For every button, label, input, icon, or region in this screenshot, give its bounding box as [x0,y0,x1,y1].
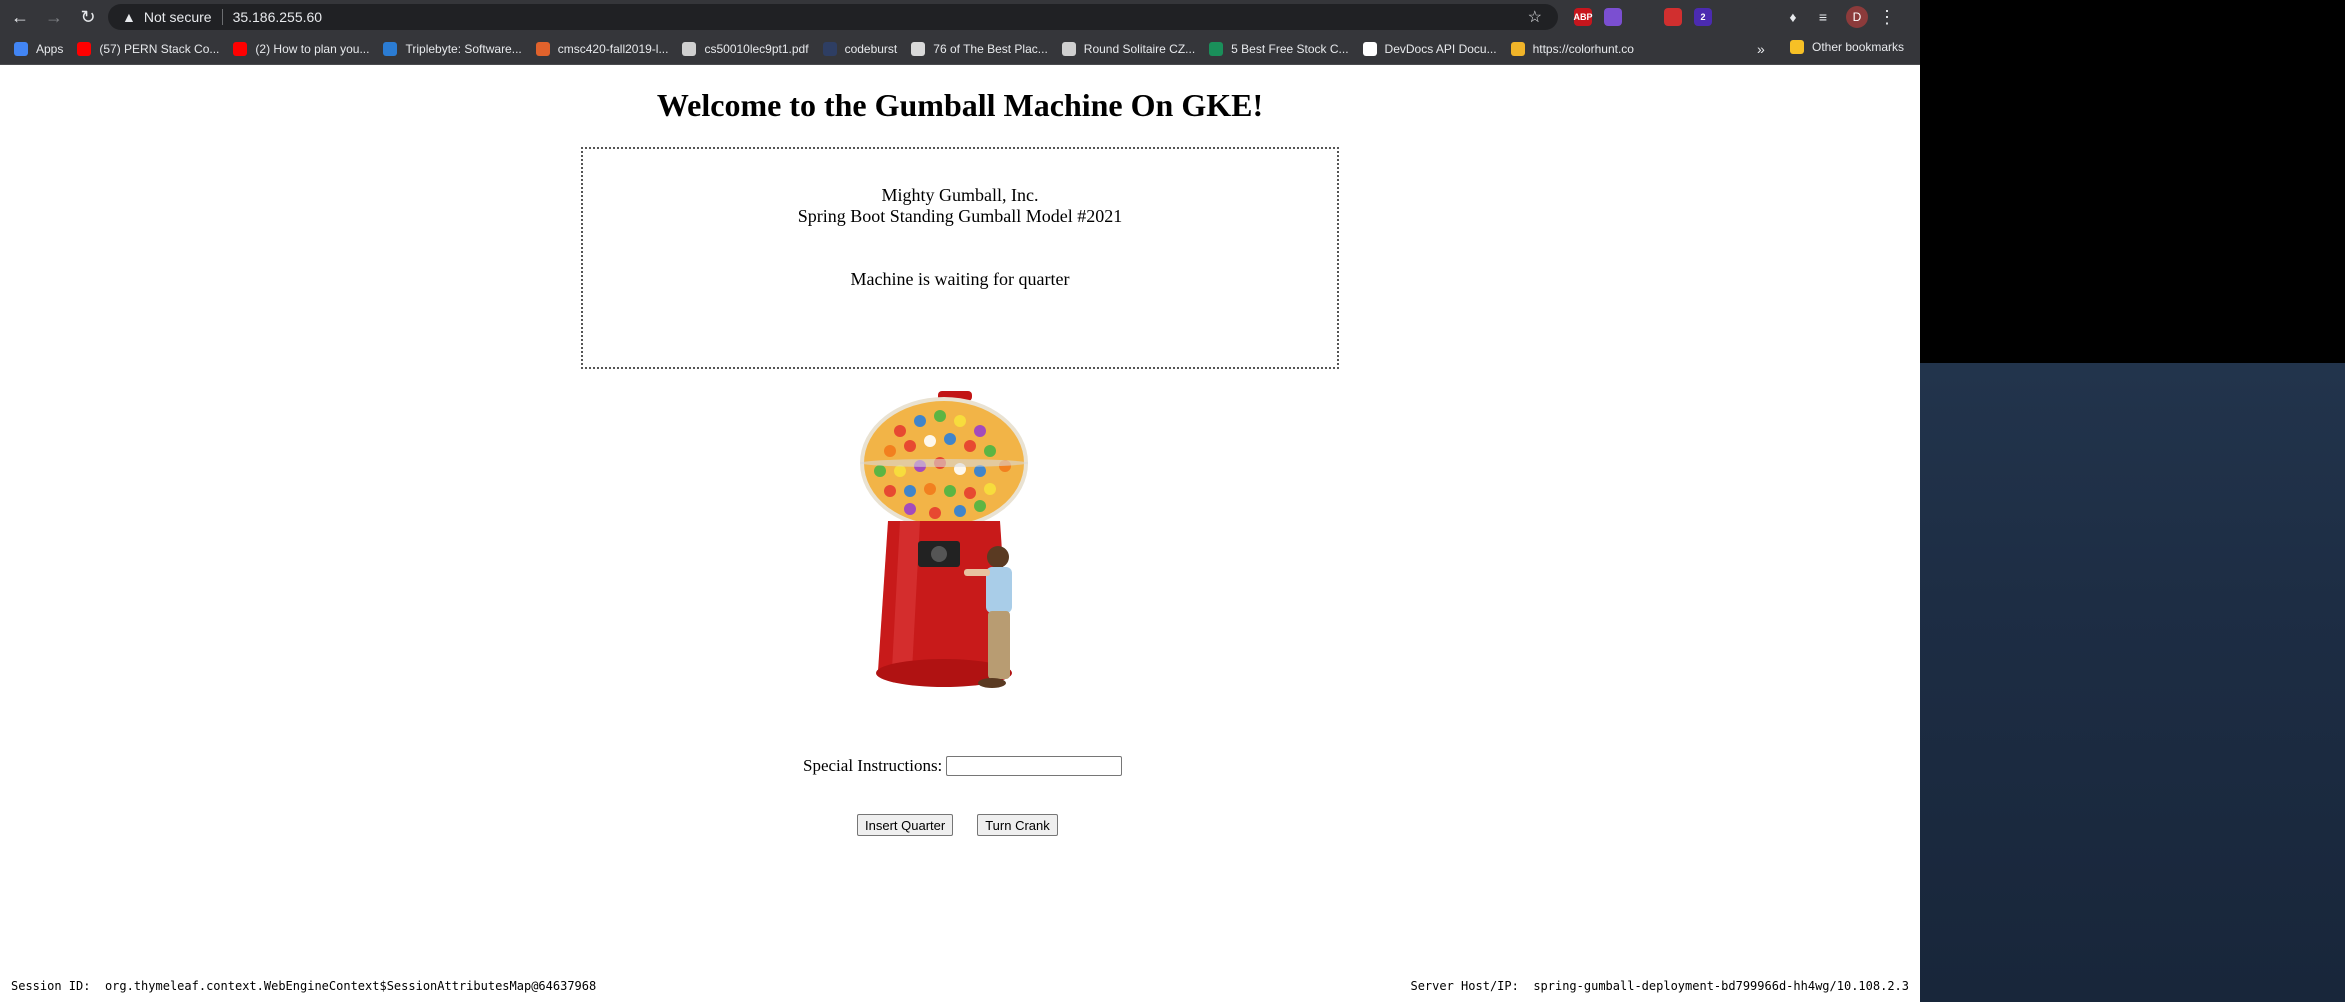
gumball-machine-image [860,391,1028,688]
server-host-value: spring-gumball-deployment-bd799966d-hh4w… [1533,979,1909,993]
bookmark-favicon-icon [822,42,837,56]
bookmark-label: DevDocs API Docu... [1384,42,1497,56]
server-host-label: Server Host/IP: [1410,979,1519,993]
bookmark-label: codeburst [844,42,898,56]
session-id-label: Session ID: [11,979,91,993]
bookmark-item[interactable]: DevDocs API Docu... [1362,42,1497,56]
bookmark-item[interactable]: Apps [14,42,63,56]
model-name: Spring Boot Standing Gumball Model #2021 [797,206,1123,226]
bulb-icon[interactable] [1754,8,1772,26]
abp-icon[interactable]: ABP [1574,8,1593,26]
bookmarks-bar: Apps (57) PERN Stack Co... (2) How to plan… [0,34,1920,65]
bookmark-favicon-icon [535,42,550,56]
bookmark-item[interactable]: (2) How to plan you... [233,42,369,56]
machine-message-box: Mighty Gumball, Inc. Spring Boot Standin… [581,147,1339,369]
bookmark-label: 76 of The Best Plac... [933,42,1048,56]
bookmark-label: (2) How to plan you... [255,42,370,56]
bookmark-item[interactable]: cs50010lec9pt1.pdf [682,42,809,56]
more-bookmarks-icon[interactable]: » [1757,41,1765,57]
url-text[interactable]: 35.186.255.60 [233,9,323,25]
reading-list-icon[interactable]: ≡ [1814,8,1832,26]
folder-icon [1790,40,1804,54]
other-bookmarks-label: Other bookmarks [1812,40,1905,54]
bookmark-item[interactable]: cmsc420-fall2019-l... [535,42,669,56]
company-name: Mighty Gumball, Inc. [881,185,1039,205]
bookmark-favicon-icon [1362,42,1377,56]
bookmark-item[interactable]: 5 Best Free Stock C... [1209,42,1349,56]
bookmark-item[interactable]: codeburst [822,42,898,56]
bookmark-item[interactable]: Triplebyte: Software... [383,42,522,56]
bookmark-favicon-icon [1209,42,1224,56]
desktop-background [1920,0,2345,1002]
bookmark-star-icon[interactable]: ☆ [1528,7,1542,27]
reload-icon[interactable]: ↻ [74,3,102,31]
bookmark-label: 5 Best Free Stock C... [1231,42,1349,56]
bookmark-label: Apps [36,42,64,56]
bookmark-favicon-icon [1061,42,1076,56]
bookmark-label: Round Solitaire CZ... [1083,42,1196,56]
forward-icon[interactable]: → [40,3,68,31]
youtube-ext-icon[interactable] [1664,8,1682,26]
extensions-area: ABP 2 ♦ ≡ D ⋮ [1568,4,1896,30]
warning-icon: ▲ [122,9,136,25]
machine-status: Machine is waiting for quarter [850,269,1070,289]
bookmark-item[interactable]: Round Solitaire CZ... [1061,42,1196,56]
address-bar[interactable]: ▲ Not secure 35.186.255.60 ☆ [108,4,1558,30]
bookmark-favicon-icon [77,42,92,56]
avatar[interactable]: D [1846,6,1868,28]
turn-crank-button[interactable]: Turn Crank [977,814,1058,836]
bookmark-label: cmsc420-fall2019-l... [557,42,669,56]
browser-window: ← → ↻ ▲ Not secure 35.186.255.60 ☆ ABP 2 … [0,0,1920,1002]
special-instructions-label: Special Instructions: [803,756,943,775]
bookmark-label: cs50010lec9pt1.pdf [704,42,809,56]
bookmark-item[interactable]: (57) PERN Stack Co... [77,42,219,56]
page-content: Welcome to the Gumball Machine On GKE! M… [0,65,1920,1002]
session-id-footer: Session ID: org.thymeleaf.context.WebEng… [11,979,596,993]
server-host-footer: Server Host/IP: spring-gumball-deploymen… [1410,979,1909,993]
browser-toolbar: ← → ↻ ▲ Not secure 35.186.255.60 ☆ ABP 2 … [0,0,1920,34]
bookmark-favicon-icon [233,42,248,56]
insert-quarter-button[interactable]: Insert Quarter [857,814,954,836]
badge-ext-icon[interactable]: 2 [1694,8,1712,26]
bookmark-item[interactable]: 76 of The Best Plac... [911,42,1048,56]
omnibox-divider [221,9,223,25]
back-icon[interactable]: ← [6,3,34,31]
bookmark-label: https://colorhunt.co [1532,42,1634,56]
bookmark-favicon-icon [682,42,697,56]
action-buttons: Insert Quarter Turn Crank [857,814,1058,836]
bookmark-favicon-icon [1510,42,1525,56]
security-label: Not secure [143,9,212,25]
bookmark-label: (57) PERN Stack Co... [99,42,220,56]
bookmark-item[interactable]: https://colorhunt.co [1510,42,1634,56]
other-bookmarks[interactable]: Other bookmarks [1790,40,1904,54]
special-instructions-input[interactable] [946,756,1123,776]
bookmark-favicon-icon [911,42,926,56]
bookmark-label: Triplebyte: Software... [405,42,522,56]
session-id-value: org.thymeleaf.context.WebEngineContext$S… [104,979,597,993]
special-instructions-row: Special Instructions: [803,756,1123,776]
react-icon[interactable] [1634,8,1652,26]
puzzle-icon[interactable]: ♦ [1784,8,1802,26]
bookmark-favicon-icon [383,42,398,56]
menu-kebab-icon[interactable]: ⋮ [1878,7,1896,28]
bookmark-favicon-icon [14,42,28,56]
diamond-icon[interactable] [1724,8,1742,26]
feather-icon[interactable] [1604,8,1622,26]
page-title: Welcome to the Gumball Machine On GKE! [656,87,1264,123]
